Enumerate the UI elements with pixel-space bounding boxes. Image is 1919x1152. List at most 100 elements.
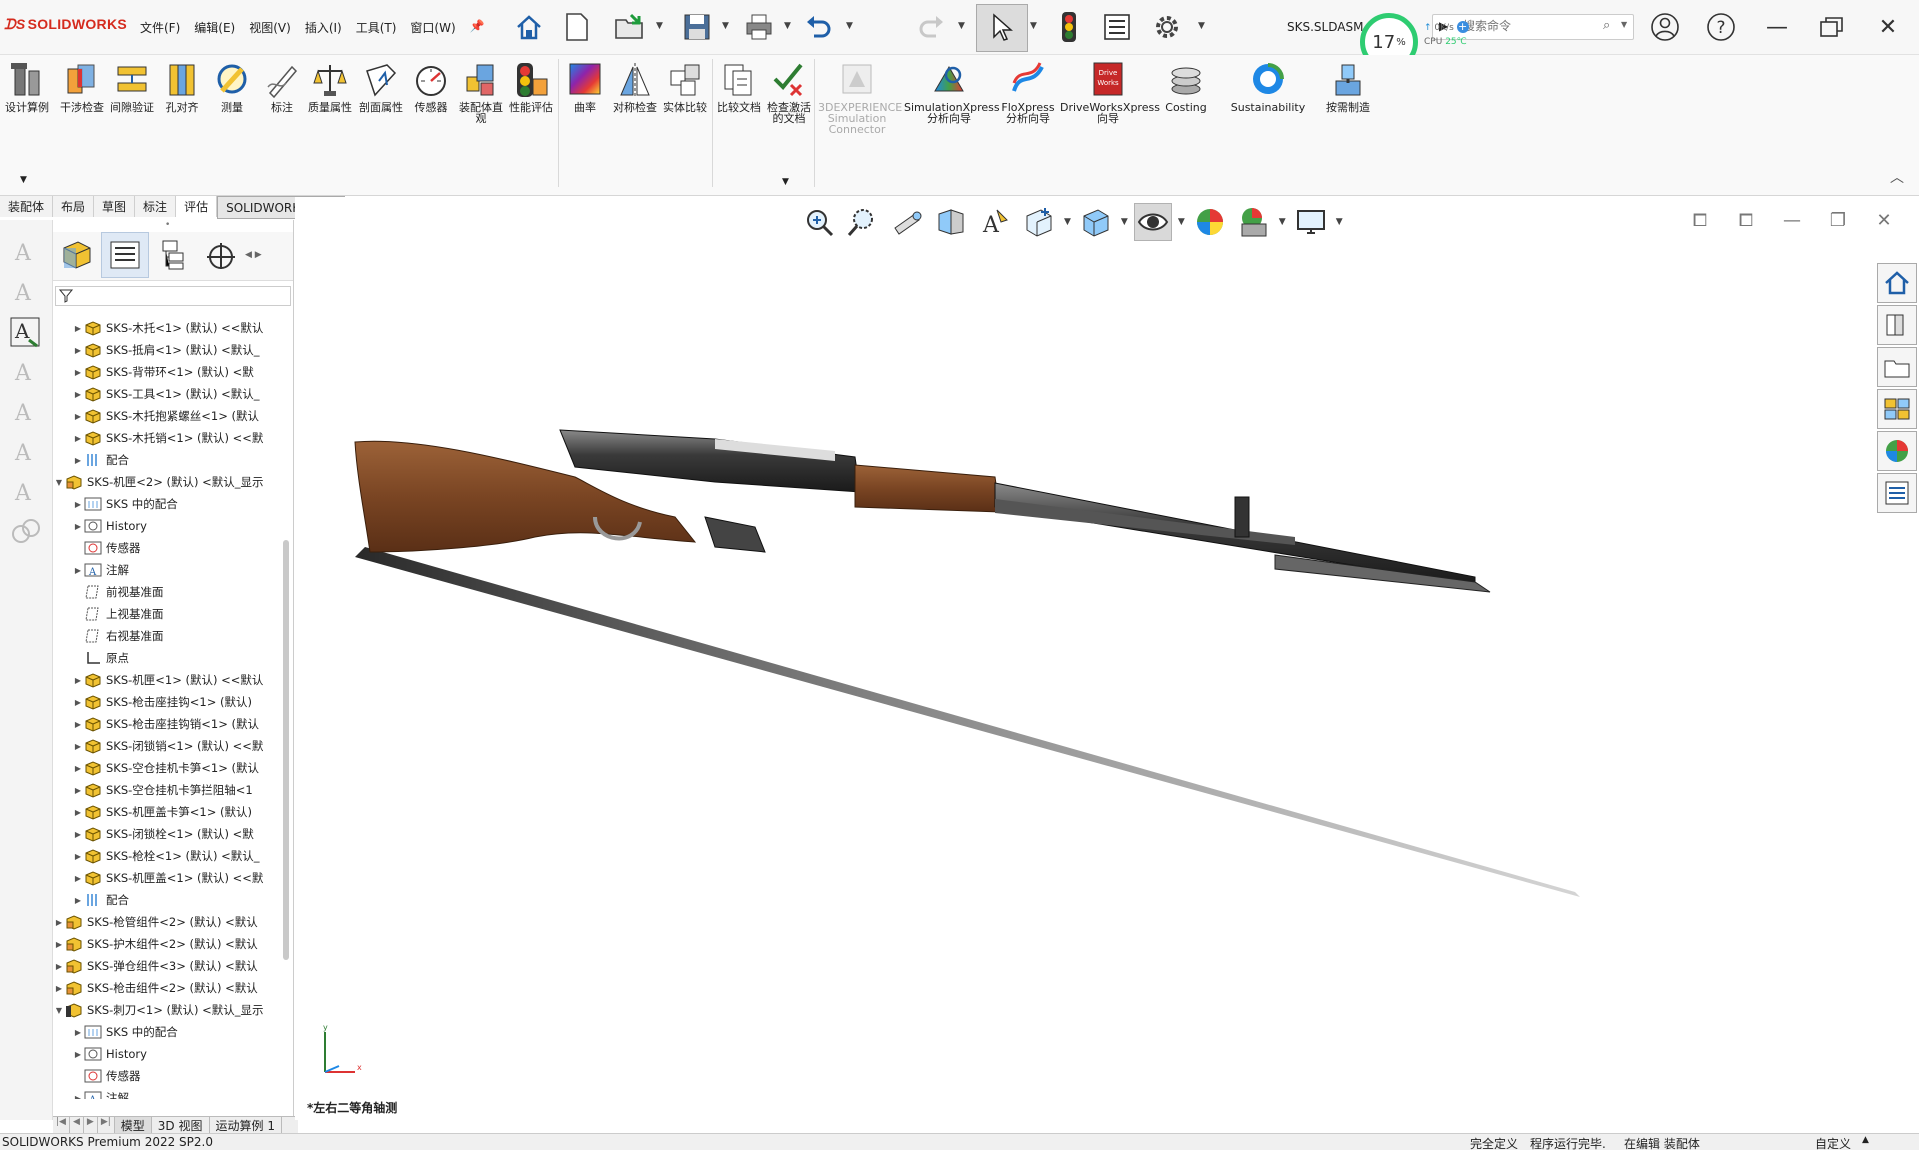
- edit-appearance-icon[interactable]: [1191, 203, 1229, 241]
- sensor-button[interactable]: 传感器: [406, 61, 456, 113]
- tree-row[interactable]: ▶ SKS-枪击座挂钩<1> (默认): [53, 691, 285, 713]
- tree-row[interactable]: ▶ 配合: [53, 889, 285, 911]
- tree-row[interactable]: ▶ SKS-枪栓<1> (默认) <默认_: [53, 845, 285, 867]
- tree-scrollbar[interactable]: [283, 540, 289, 960]
- solidworks-resources-home-icon[interactable]: [1877, 263, 1917, 303]
- symmetry-check-button[interactable]: 对称检查: [610, 61, 660, 113]
- dimxpert-manager-tab-icon[interactable]: [197, 232, 245, 278]
- open-document-icon[interactable]: [614, 10, 648, 44]
- tree-row[interactable]: ▶ History: [53, 515, 285, 537]
- expand-arrow-closed-icon[interactable]: ▶: [72, 742, 84, 751]
- search-dropdown-arrow[interactable]: ▼: [1621, 20, 1627, 29]
- expand-arrow-closed-icon[interactable]: ▶: [72, 1028, 84, 1037]
- help-icon[interactable]: ?: [1699, 5, 1743, 49]
- tree-row[interactable]: ▶ SKS-机匣<1> (默认) <<默认: [53, 669, 285, 691]
- redo-icon[interactable]: [914, 10, 948, 44]
- tree-row[interactable]: ▶ SKS-背带环<1> (默认) <默: [53, 361, 285, 383]
- menu-insert[interactable]: 插入(I): [305, 19, 342, 36]
- undo-icon[interactable]: [802, 10, 836, 44]
- minimize-window-icon[interactable]: —: [1755, 5, 1799, 49]
- expand-arrow-closed-icon[interactable]: ▶: [72, 1050, 84, 1059]
- tab-nav-prev-icon[interactable]: ◀: [70, 1117, 84, 1133]
- menu-tools[interactable]: 工具(T): [356, 19, 397, 36]
- menu-edit[interactable]: 编辑(E): [194, 19, 235, 36]
- assembly-visualization-button[interactable]: 装配体直观: [456, 61, 506, 124]
- floxpress-button[interactable]: FloXpress 分析向导: [1000, 61, 1056, 124]
- apply-scene-icon[interactable]: [1235, 203, 1273, 241]
- tree-row[interactable]: 上视基准面: [53, 603, 285, 625]
- dynamic-annotation-views-icon[interactable]: A: [976, 203, 1014, 241]
- expand-arrow-closed-icon[interactable]: ▶: [53, 918, 65, 927]
- options-dropdown-arrow[interactable]: ▼: [1198, 21, 1205, 31]
- expand-arrow-closed-icon[interactable]: ▶: [72, 786, 84, 795]
- tree-row[interactable]: ▶ SKS-抵肩<1> (默认) <默认_: [53, 339, 285, 361]
- open-dropdown-arrow[interactable]: ▼: [656, 21, 663, 31]
- expand-arrow-closed-icon[interactable]: ▶: [53, 940, 65, 949]
- performance-evaluation-button[interactable]: 性能评估: [506, 61, 556, 113]
- close-document-icon[interactable]: ✕: [1869, 205, 1899, 235]
- expand-arrow-closed-icon[interactable]: ▶: [53, 984, 65, 993]
- expand-arrow-closed-icon[interactable]: ▶: [72, 500, 84, 509]
- status-units[interactable]: 自定义: [1815, 1135, 1851, 1152]
- simulationxpress-button[interactable]: SimulationXpress 分析向导: [904, 61, 1000, 124]
- design-library-icon[interactable]: [1877, 305, 1917, 345]
- expand-arrow-closed-icon[interactable]: ▶: [72, 412, 84, 421]
- tab-evaluate[interactable]: 评估: [176, 196, 218, 217]
- expand-arrow-closed-icon[interactable]: ▶: [72, 874, 84, 883]
- save-dropdown-arrow[interactable]: ▼: [722, 21, 729, 31]
- rifle-3d-model[interactable]: [295, 397, 1875, 917]
- plus-icon[interactable]: +: [1456, 21, 1469, 33]
- tab-model[interactable]: 模型: [114, 1117, 152, 1133]
- tab-sketch[interactable]: 草图: [94, 196, 136, 217]
- configuration-manager-tab-icon[interactable]: [149, 232, 197, 278]
- tree-row[interactable]: ▼ SKS-刺刀<1> (默认) <默认_显示: [53, 999, 285, 1021]
- manager-tabs-scroll-icon[interactable]: ◀ ▶: [245, 232, 291, 278]
- tab-motion-study[interactable]: 运动算例 1: [210, 1117, 282, 1133]
- close-window-icon[interactable]: ✕: [1866, 5, 1910, 49]
- note-a-icon[interactable]: A: [9, 276, 41, 308]
- expand-arrow-closed-icon[interactable]: ▶: [53, 962, 65, 971]
- restore-document-icon[interactable]: ❐: [1823, 205, 1853, 235]
- view-orientation-icon[interactable]: [1020, 203, 1058, 241]
- design-study-button[interactable]: 设计算例: [2, 61, 52, 113]
- display-style-icon[interactable]: [1077, 203, 1115, 241]
- tree-row[interactable]: ▶ SKS-木托<1> (默认) <<默认: [53, 317, 285, 339]
- previous-view-icon[interactable]: [888, 203, 926, 241]
- tab-layout[interactable]: 布局: [53, 196, 95, 217]
- expand-arrow-closed-icon[interactable]: ▶: [72, 676, 84, 685]
- section-view-icon[interactable]: [932, 203, 970, 241]
- 3dexperience-simulation-connector-button[interactable]: 3DEXPERIENCE Simulation Connector: [818, 61, 902, 135]
- user-account-icon[interactable]: [1643, 5, 1687, 49]
- split-viewport-left-icon[interactable]: ⧠: [1685, 205, 1715, 235]
- menu-window[interactable]: 窗口(W): [410, 19, 455, 36]
- property-manager-tab-icon[interactable]: [101, 232, 149, 278]
- minimize-document-icon[interactable]: —: [1777, 205, 1807, 235]
- pin-icon[interactable]: 📌: [470, 19, 485, 36]
- tree-row[interactable]: ▶ SKS-木托销<1> (默认) <<默: [53, 427, 285, 449]
- tree-row[interactable]: ▶ SKS-弹仓组件<3> (默认) <默认: [53, 955, 285, 977]
- sustainability-button[interactable]: Sustainability: [1226, 61, 1310, 113]
- tab-assembly[interactable]: 装配体: [0, 196, 54, 217]
- expand-arrow-closed-icon[interactable]: ▶: [72, 324, 84, 333]
- check-active-document-button[interactable]: 检查激活的文档: [764, 61, 814, 124]
- new-document-icon[interactable]: [560, 10, 594, 44]
- manufacture-on-demand-button[interactable]: 按需制造: [1320, 61, 1376, 113]
- expand-arrow-closed-icon[interactable]: ▶: [72, 368, 84, 377]
- tree-row[interactable]: ▶ A 注解: [53, 559, 285, 581]
- expand-arrow-open-icon[interactable]: ▼: [53, 1006, 65, 1015]
- panel-collapse-dot[interactable]: •: [165, 220, 170, 230]
- evaluate-more-arrow[interactable]: ▼: [782, 177, 789, 187]
- solidworks-logo[interactable]: ᗪS SOLIDWORKS: [4, 16, 127, 33]
- tree-row[interactable]: 右视基准面: [53, 625, 285, 647]
- file-properties-icon[interactable]: [1100, 10, 1134, 44]
- tree-row[interactable]: ▶ SKS-机匣盖卡笋<1> (默认): [53, 801, 285, 823]
- tree-row[interactable]: ▶ 配合: [53, 449, 285, 471]
- smart-dimension-a-icon[interactable]: A: [9, 236, 41, 268]
- expand-arrow-closed-icon[interactable]: ▶: [72, 852, 84, 861]
- tab-nav-next-icon[interactable]: ▶: [84, 1117, 98, 1133]
- interference-check-button[interactable]: 干涉检查: [57, 61, 107, 113]
- view-settings-monitor-icon[interactable]: [1292, 203, 1330, 241]
- tree-row[interactable]: ▶ SKS-护木组件<2> (默认) <默认: [53, 933, 285, 955]
- status-units-dropdown-arrow[interactable]: ▲: [1862, 1135, 1869, 1145]
- rebuild-traffic-light-icon[interactable]: [1052, 10, 1086, 44]
